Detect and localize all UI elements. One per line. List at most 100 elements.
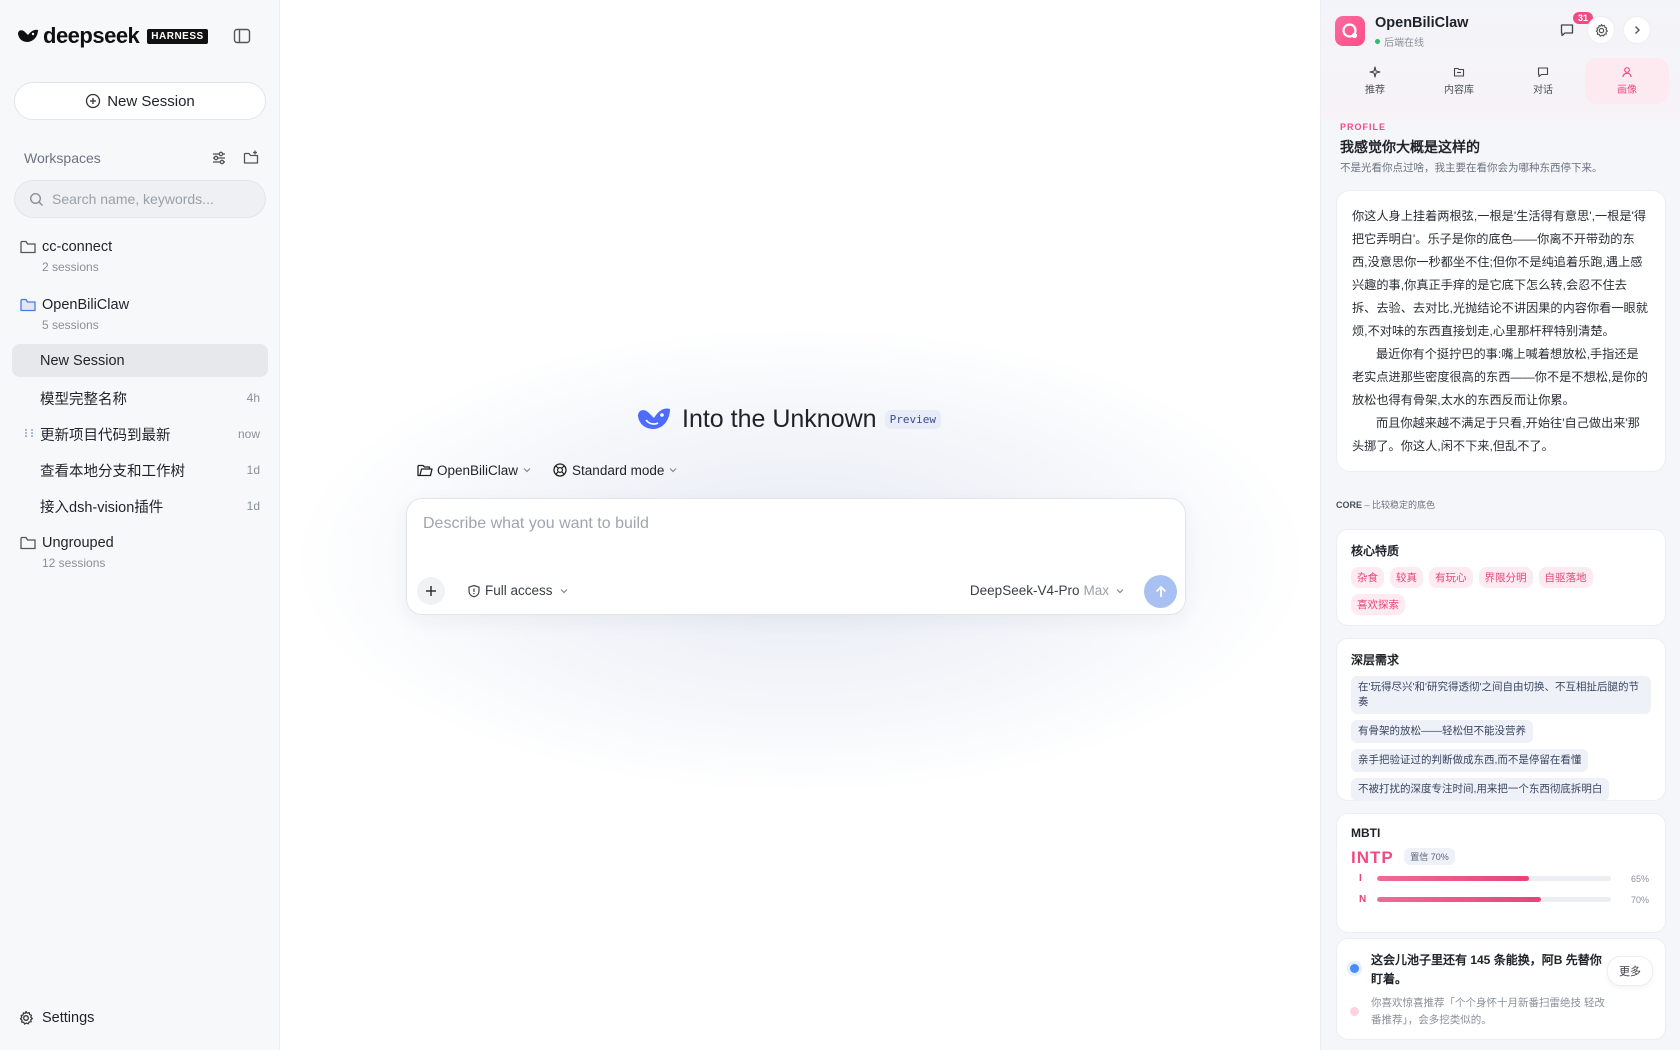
search-box[interactable] [14,180,266,218]
attach-button[interactable] [417,577,445,605]
need-text: 有骨架的放松——轻松但不能没营养 [1351,720,1533,743]
preview-badge: Preview [884,409,941,429]
mbti-type: INTP [1351,848,1394,867]
folder-icon [20,536,36,550]
session-time: 1d [246,463,260,477]
shield-icon [468,584,480,597]
session-time: 4h [246,391,260,405]
tab-label: 内容库 [1444,85,1474,96]
mbti-bar-row: N 70% [1351,889,1651,910]
new-session-button[interactable]: New Session [14,82,266,120]
need-item: 有骨架的放松——轻松但不能没营养 [1351,720,1651,749]
session-name: 接入dsh-vision插件 [40,499,164,516]
new-folder-icon[interactable] [242,149,260,167]
settings-label: Settings [42,1010,95,1026]
folder-session-count: 2 sessions [42,260,99,274]
mode-selector[interactable]: Standard mode [552,462,682,478]
access-label: Full access [485,583,553,598]
essay-paragraph: 而且你越来越不满足于只看,开始往'自己做出来'那头挪了。你这人,闲不下来,但乱不… [1352,416,1640,453]
more-button[interactable]: 更多 [1607,956,1653,986]
core-label: CORE [1336,500,1363,510]
essay-paragraph: 最近你有个挺拧巴的事:嘴上喊着想放松,手指还是老实点进那些密度很高的东西——你不… [1352,347,1648,407]
project-label: OpenBiliClaw [437,462,519,478]
app-logo-icon [1342,23,1358,39]
profile-subtitle: 不是光看你点过啥，我主要在看你会为哪种东西停下来。 [1340,162,1603,174]
profile-panel: OpenBiliClaw 后端在线 31 推荐 内容库 对话 画像 PROFIL… [1320,0,1680,1050]
mbti-card: MBTI INTP 置信 70% I 65% N 70% [1336,813,1666,933]
gear-icon [1595,23,1608,37]
messages-button[interactable]: 31 [1553,12,1593,44]
folder-name: Ungrouped [42,535,114,551]
need-item: 不被打扰的深度专注时间,用来把一个东西彻底拆明白 [1351,778,1651,807]
session-name: 模型完整名称 [40,391,127,408]
page-title: Into the Unknown [682,404,877,433]
session-name: 更新项目代码到最新 [40,427,171,444]
brand: deepseek HARNESS [16,23,266,48]
mbti-bar-letter: I [1359,873,1362,884]
mbti-bar-fill [1377,876,1530,881]
folder-cc-connect[interactable]: cc-connect 2 sessions [12,232,268,290]
search-input[interactable] [52,191,252,207]
profile-title: 我感觉你大概是这样的 [1340,139,1480,155]
trait-tags: 杂食 较真 有玩心 界限分明 自驱落地 喜欢探索 [1351,567,1651,621]
need-text: 不被打扰的深度专注时间,用来把一个东西彻底拆明白 [1351,778,1610,801]
status-text: 后端在线 [1384,38,1424,49]
mode-label: Standard mode [572,462,665,478]
recommend-note: 你喜欢惊喜推荐「个个身怀十月新番扫雷绝技 轻改番推荐」，会多挖类似的。 [1371,997,1605,1026]
sidebar-toggle-icon[interactable] [232,26,252,46]
session-item[interactable]: New Session [12,344,268,377]
need-text: 在'玩得尽兴'和'研究得透彻'之间自由切换、不互相扯后腿的节奏 [1351,676,1651,714]
project-selector[interactable]: OpenBiliClaw [417,463,536,478]
session-item[interactable]: 模型完整名称 4h [12,380,268,416]
session-name: New Session [40,352,125,369]
session-item[interactable]: 接入dsh-vision插件 1d [12,488,268,524]
tab-label: 画像 [1617,85,1637,96]
prompt-composer: Full access DeepSeek-V4-Pro Max [406,498,1186,615]
folder-openbiliclaw[interactable]: OpenBiliClaw 5 sessions [12,290,268,344]
tab-chat[interactable]: 对话 [1501,58,1585,104]
prompt-input[interactable] [423,515,1163,545]
mbti-title: MBTI [1351,826,1381,840]
model-level: Max [1083,583,1109,598]
user-icon [1622,67,1632,78]
tab-recommend[interactable]: 推荐 [1333,58,1417,104]
gear-icon [19,1010,33,1025]
app-avatar [1335,16,1365,46]
chat-bubble-icon [1537,67,1549,78]
pool-status-card: 这会儿池子里还有 145 条能换，阿B 先替你盯着。 你喜欢惊喜推荐「个个身怀十… [1336,938,1666,1040]
session-item[interactable]: 更新项目代码到最新 now [12,416,268,452]
need-item: 亲手把验证过的判断做成东西,而不是停留在看懂 [1351,749,1651,778]
access-selector[interactable]: Full access [467,583,573,598]
collapse-panel-button[interactable] [1623,16,1651,44]
essay-paragraph: 你这人身上挂着两根弦,一根是'生活得有意思',一根是'得把它弄明白'。乐子是你的… [1352,209,1648,338]
whale-logo-icon [18,29,38,42]
folder-session-count: 5 sessions [42,318,99,332]
model-selector[interactable]: DeepSeek-V4-Pro Max [970,583,1125,598]
core-section-label: CORE – 比较稳定的底色 [1336,498,1435,511]
backend-status: 后端在线 [1375,34,1424,49]
tab-profile[interactable]: 画像 [1585,58,1669,104]
mbti-bar-row: I 65% [1351,868,1651,889]
session-time: 1d [246,499,260,513]
settings-button[interactable]: Settings [18,1010,94,1026]
panel-tabs: 推荐 内容库 对话 画像 [1333,58,1669,104]
session-item[interactable]: 查看本地分支和工作树 1d [12,452,268,488]
model-name: DeepSeek-V4-Pro [969,583,1080,598]
folder-icon [20,240,36,254]
traits-title: 核心特质 [1351,544,1400,558]
status-dot [1375,39,1380,44]
folder-session-count: 12 sessions [42,556,106,570]
sidebar: deepseek HARNESS New Session Workspaces [0,0,280,1050]
tab-label: 推荐 [1365,85,1385,96]
filter-sliders-icon[interactable] [210,149,228,167]
send-button[interactable] [1144,575,1177,608]
trait-tag: 有玩心 [1429,567,1473,588]
main-area: Into the Unknown Preview OpenBiliClaw St… [281,0,1320,1050]
plus-circle-icon [86,93,101,109]
workspaces-title: Workspaces [24,150,101,166]
tab-library[interactable]: 内容库 [1417,58,1501,104]
chevron-down-icon [523,468,531,473]
panel-settings-button[interactable] [1587,16,1615,44]
mbti-confidence: 置信 70% [1404,848,1455,865]
folder-ungrouped[interactable]: Ungrouped 12 sessions [12,528,268,586]
